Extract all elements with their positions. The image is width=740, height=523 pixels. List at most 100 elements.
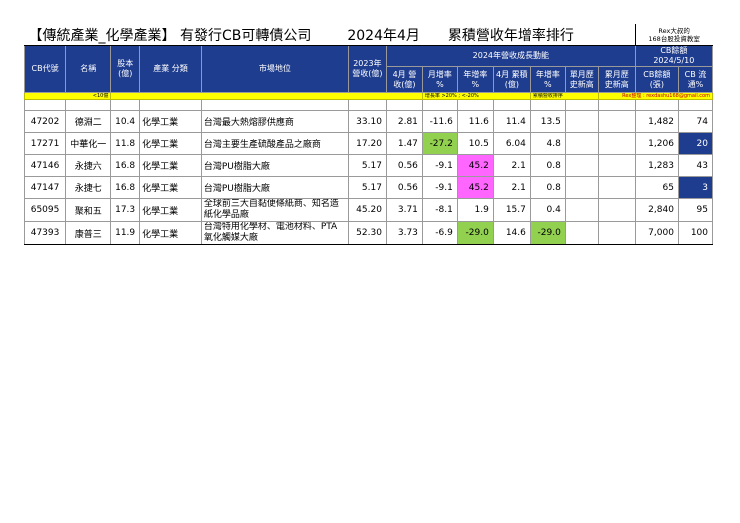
header-apr-rev: 4月 營收(億) (385, 66, 423, 93)
legend-capital-note: <10億 (23, 92, 112, 100)
legend-author: Rex整理 : rexdashu168@gmail.com (597, 92, 714, 100)
cell-market: 台灣特用化學材、電池材料、PTA氧化觸媒大廠 (200, 221, 349, 245)
cell-name: 永捷七 (65, 176, 112, 199)
title-main: 【傳統產業_化學產業】 有發行CB可轉債公司 (28, 27, 312, 44)
page-title: 【傳統產業_化學產業】 有發行CB可轉債公司 2024年4月 累積營收年增率排行 (24, 24, 636, 46)
cell-cb-balance: 65 (634, 176, 679, 199)
cell-apr: 2.81 (385, 110, 423, 133)
cell-cb-float: 43 (677, 154, 714, 177)
cell-name: 永捷六 (65, 154, 112, 177)
cell-rev2023: 33.10 (347, 110, 387, 133)
cell-code: 47393 (23, 221, 67, 245)
cell-market: 台灣PU樹脂大廠 (200, 176, 349, 199)
table-row: 47202 德淵二 10.4 化學工業 台灣最大熱熔膠供應商 33.10 2.8… (23, 110, 714, 133)
legend-empty (110, 92, 423, 100)
cell-code: 17271 (23, 132, 67, 155)
cell-rev2023: 45.20 (347, 198, 387, 222)
credit-line-1: Rex大叔的 (658, 26, 690, 35)
cell-cum: 14.6 (492, 221, 531, 245)
spacer-row (23, 99, 714, 111)
table-row: 47146 永捷六 16.8 化學工業 台灣PU樹脂大廠 5.17 0.56 -… (23, 154, 714, 177)
cell-cb-float: 100 (677, 221, 714, 245)
cell-mom: -8.1 (421, 198, 458, 222)
cell-cum: 6.04 (492, 132, 531, 155)
cell-single-high (564, 198, 599, 222)
cell-code: 47202 (23, 110, 67, 133)
cell-cum-high (597, 154, 636, 177)
cell-single-high (564, 110, 599, 133)
header-cb-balance: CB餘額 (張) (634, 66, 679, 93)
cb-group-label: CB餘額 (660, 46, 688, 56)
cell-cb-float-highlight: 20 (677, 132, 714, 155)
cell-cum-high (597, 110, 636, 133)
cell-cum-high (597, 132, 636, 155)
cell-industry: 化學工業 (139, 132, 202, 155)
cell-cum-yoy: 4.8 (529, 132, 566, 155)
cell-industry: 化學工業 (139, 110, 202, 133)
cell-yoy: 10.5 (456, 132, 494, 155)
cell-cb-balance: 2,840 (634, 198, 679, 222)
table-row: 47147 永捷七 16.8 化學工業 台灣PU樹脂大廠 5.17 0.56 -… (23, 176, 714, 199)
cell-cum-yoy: 13.5 (529, 110, 566, 133)
cell-rev2023: 5.17 (347, 176, 387, 199)
cell-industry: 化學工業 (139, 176, 202, 199)
header-cum-high: 累月歷 史新高 (597, 66, 636, 93)
header-cum-yoy: 年增率 % (529, 66, 566, 93)
cell-rev2023: 5.17 (347, 154, 387, 177)
cell-cum-yoy: 0.8 (529, 154, 566, 177)
header-single-high: 單月歷 史新高 (564, 66, 599, 93)
cell-capital: 11.9 (110, 221, 141, 245)
cell-apr: 3.73 (385, 221, 423, 245)
cell-industry: 化學工業 (139, 221, 202, 245)
cell-rev2023: 17.20 (347, 132, 387, 155)
cell-market: 台灣最大熱熔膠供應商 (200, 110, 349, 133)
cell-cum-yoy: 0.4 (529, 198, 566, 222)
cell-mom-highlight: -27.2 (421, 132, 458, 155)
header-cb-float: CB 流通% (677, 66, 714, 93)
cell-code: 65095 (23, 198, 67, 222)
cell-cum-high (597, 221, 636, 245)
cell-industry: 化學工業 (139, 198, 202, 222)
legend-growth-note: 增長率 >20% ; <-20% (421, 92, 531, 100)
cell-yoy: 11.6 (456, 110, 494, 133)
cell-market: 台灣主要生產硫酸產品之廠商 (200, 132, 349, 155)
report-sheet: 【傳統產業_化學產業】 有發行CB可轉債公司 2024年4月 累積營收年增率排行 R… (23, 24, 714, 245)
table-row: 65095 聚和五 17.3 化學工業 全球前三大自黏便條紙商、知名造紙化學品廠… (23, 198, 714, 222)
cell-apr: 1.47 (385, 132, 423, 155)
cell-cb-balance: 1,482 (634, 110, 679, 133)
cell-yoy-highlight: -29.0 (456, 221, 494, 245)
cell-name: 中華化一 (65, 132, 112, 155)
cell-cb-balance: 1,206 (634, 132, 679, 155)
header-cb-group: CB餘額 2024/5/10 (634, 45, 714, 67)
cell-yoy: 1.9 (456, 198, 494, 222)
cell-mom: -11.6 (421, 110, 458, 133)
cell-code: 47146 (23, 154, 67, 177)
cell-rev2023: 52.30 (347, 221, 387, 245)
header-name: 名稱 (65, 45, 112, 93)
legend-cum-note: 累積營收排序 (529, 92, 599, 100)
table-row: 17271 中華化一 11.8 化學工業 台灣主要生產硫酸產品之廠商 17.20… (23, 132, 714, 155)
cell-industry: 化學工業 (139, 154, 202, 177)
header-rev-2023: 2023年 營收(億) (347, 45, 387, 93)
legend-bar: <10億 增長率 >20% ; <-20% 累積營收排序 Rex整理 : rex… (23, 92, 714, 100)
cell-cb-balance: 1,283 (634, 154, 679, 177)
cb-group-date: 2024/5/10 (653, 56, 695, 65)
cell-cum-high (597, 198, 636, 222)
header-industry: 產業 分類 (139, 45, 202, 93)
cell-cb-float-highlight: 3 (677, 176, 714, 199)
credit-line-2: 168台股投資教室 (648, 34, 700, 43)
cell-market: 台灣PU樹脂大廠 (200, 154, 349, 177)
header-market: 市場地位 (200, 45, 349, 93)
cell-single-high (564, 132, 599, 155)
cell-cum: 2.1 (492, 154, 531, 177)
cell-capital: 16.8 (110, 154, 141, 177)
cell-cum-high (597, 176, 636, 199)
cell-mom: -9.1 (421, 154, 458, 177)
author-credit: Rex大叔的 168台股投資教室 (634, 24, 713, 46)
title-date: 2024年4月 (347, 27, 420, 44)
cell-cb-float: 95 (677, 198, 714, 222)
cell-single-high (564, 221, 599, 245)
title-subtitle: 累積營收年增率排行 (447, 27, 574, 44)
cell-name: 康普三 (65, 221, 112, 245)
cell-apr: 0.56 (385, 154, 423, 177)
